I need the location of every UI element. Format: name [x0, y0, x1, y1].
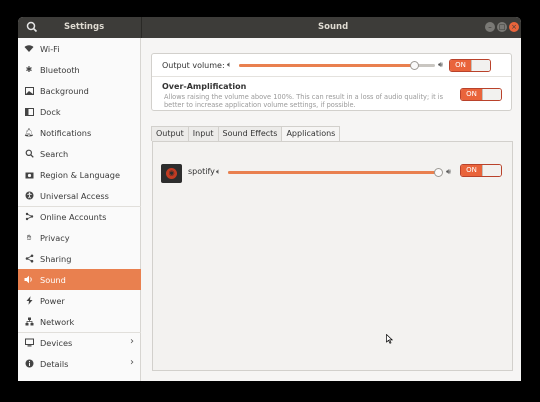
sidebar-item-label: Background	[40, 85, 89, 96]
output-volume-knob[interactable]	[410, 61, 419, 70]
spotify-app-icon: ◉	[161, 164, 182, 183]
sidebar-item-network[interactable]: Network	[18, 311, 141, 332]
tab-sound-effects[interactable]: Sound Effects	[217, 126, 283, 141]
sidebar-item-wifi[interactable]: Wi-Fi	[18, 38, 141, 59]
sidebar-item-label: Power	[40, 295, 65, 306]
sidebar-item-label: Search	[40, 148, 69, 159]
sidebar-item-label: Sound	[40, 274, 66, 285]
app-volume-slider[interactable]	[228, 168, 443, 177]
sidebar: Wi-Fi ✱ Bluetooth Background Dock 🔔︎ Not…	[18, 38, 141, 381]
background-icon	[24, 86, 34, 96]
sidebar-item-label: Notifications	[40, 127, 92, 138]
sidebar-item-search[interactable]: Search	[18, 143, 141, 164]
wifi-icon	[24, 44, 34, 54]
sidebar-item-universal-access[interactable]: Universal Access	[18, 185, 141, 206]
sidebar-item-notifications[interactable]: 🔔︎ Notifications	[18, 122, 141, 143]
tab-input[interactable]: Input	[187, 126, 219, 141]
output-toggle-knob	[471, 60, 490, 71]
network-icon	[24, 317, 34, 327]
sound-panel: Output volume: 🔈︎ 🔊︎ ON Over-Amplificati…	[142, 38, 521, 381]
sidebar-item-label: Universal Access	[40, 190, 109, 201]
close-button[interactable]: ×	[509, 22, 519, 32]
bluetooth-icon: ✱	[25, 65, 33, 74]
volume-low-icon: 🔈︎	[216, 167, 221, 176]
sidebar-item-label: Region & Language	[40, 169, 121, 180]
volume-high-icon: 🔊︎	[438, 60, 444, 69]
chevron-right-icon: ›	[130, 336, 134, 347]
over-amplification-toggle-knob	[482, 89, 501, 100]
search-icon	[24, 149, 34, 159]
frame-divider	[152, 76, 511, 77]
output-toggle[interactable]: ON	[449, 59, 491, 72]
info-icon	[24, 359, 34, 369]
accessibility-icon	[24, 191, 34, 201]
over-amplification-title: Over-Amplification	[162, 82, 247, 91]
over-amplification-description: Allows raising the volume above 100%. Th…	[164, 93, 444, 109]
volume-low-icon: 🔈︎	[227, 60, 232, 69]
header-bar: Settings Sound – □ ×	[18, 17, 521, 38]
sidebar-item-dock[interactable]: Dock	[18, 101, 141, 122]
sidebar-item-details[interactable]: Details ›	[18, 353, 141, 374]
sidebar-item-online-accounts[interactable]: Online Accounts	[18, 206, 141, 227]
mouse-pointer-icon	[386, 334, 393, 344]
tab-applications[interactable]: Applications	[281, 126, 341, 141]
over-amplification-toggle[interactable]: ON	[460, 88, 502, 101]
over-amplification-toggle-on-label: ON	[461, 89, 482, 100]
output-settings-frame: Output volume: 🔈︎ 🔊︎ ON Over-Amplificati…	[151, 53, 512, 111]
tab-output[interactable]: Output	[151, 126, 189, 141]
volume-high-icon: 🔊︎	[446, 167, 452, 176]
sidebar-item-bluetooth[interactable]: ✱ Bluetooth	[18, 59, 141, 80]
share-icon	[24, 212, 34, 222]
power-icon	[24, 296, 34, 306]
sidebar-item-label: Devices	[40, 337, 73, 348]
settings-window: Settings Sound – □ × Wi-Fi ✱ Bluetooth B…	[18, 17, 521, 381]
sidebar-item-label: Sharing	[40, 253, 72, 264]
output-volume-slider[interactable]	[239, 61, 435, 70]
applications-panel: ◉ spotify 🔈︎ 🔊︎ ON	[152, 141, 513, 371]
dock-icon	[24, 107, 34, 117]
sidebar-item-label: Bluetooth	[40, 64, 80, 75]
output-volume-fill	[239, 64, 415, 67]
devices-icon	[24, 338, 34, 348]
search-icon[interactable]	[25, 20, 39, 34]
sidebar-item-label: Details	[40, 358, 69, 369]
maximize-button[interactable]: □	[497, 22, 507, 32]
minimize-button[interactable]: –	[485, 22, 495, 32]
sidebar-item-background[interactable]: Background	[18, 80, 141, 101]
sidebar-item-label: Online Accounts	[40, 211, 107, 222]
sidebar-item-label: Dock	[40, 106, 61, 117]
bell-icon: 🔔︎	[23, 128, 35, 137]
output-volume-label: Output volume:	[162, 61, 225, 70]
page-title: Sound	[318, 22, 349, 32]
sidebar-item-label: Wi-Fi	[40, 43, 60, 54]
app-toggle-on-label: ON	[461, 165, 482, 176]
output-toggle-on-label: ON	[450, 60, 471, 71]
sidebar-item-label: Network	[40, 316, 75, 327]
sharing-icon	[24, 254, 34, 264]
chevron-right-icon: ›	[130, 357, 134, 368]
app-toggle-knob	[482, 165, 501, 176]
settings-title: Settings	[64, 22, 105, 32]
sidebar-item-region-language[interactable]: Region & Language	[18, 164, 141, 185]
app-volume-knob[interactable]	[434, 168, 443, 177]
sidebar-item-power[interactable]: Power	[18, 290, 141, 311]
sidebar-item-devices[interactable]: Devices ›	[18, 332, 141, 353]
header-divider	[141, 17, 142, 38]
sound-tabs: Output Input Sound Effects Applications	[151, 126, 341, 141]
app-name: spotify	[188, 167, 215, 176]
app-toggle[interactable]: ON	[460, 164, 502, 177]
speaker-icon	[24, 275, 34, 285]
sidebar-item-privacy[interactable]: ✋︎ Privacy	[18, 227, 141, 248]
app-volume-fill	[228, 171, 439, 174]
sidebar-item-sound[interactable]: Sound	[18, 269, 141, 290]
sidebar-item-sharing[interactable]: Sharing	[18, 248, 141, 269]
sidebar-item-label: Privacy	[40, 232, 70, 243]
hand-icon: ✋︎	[26, 232, 32, 242]
camera-icon	[24, 170, 34, 180]
